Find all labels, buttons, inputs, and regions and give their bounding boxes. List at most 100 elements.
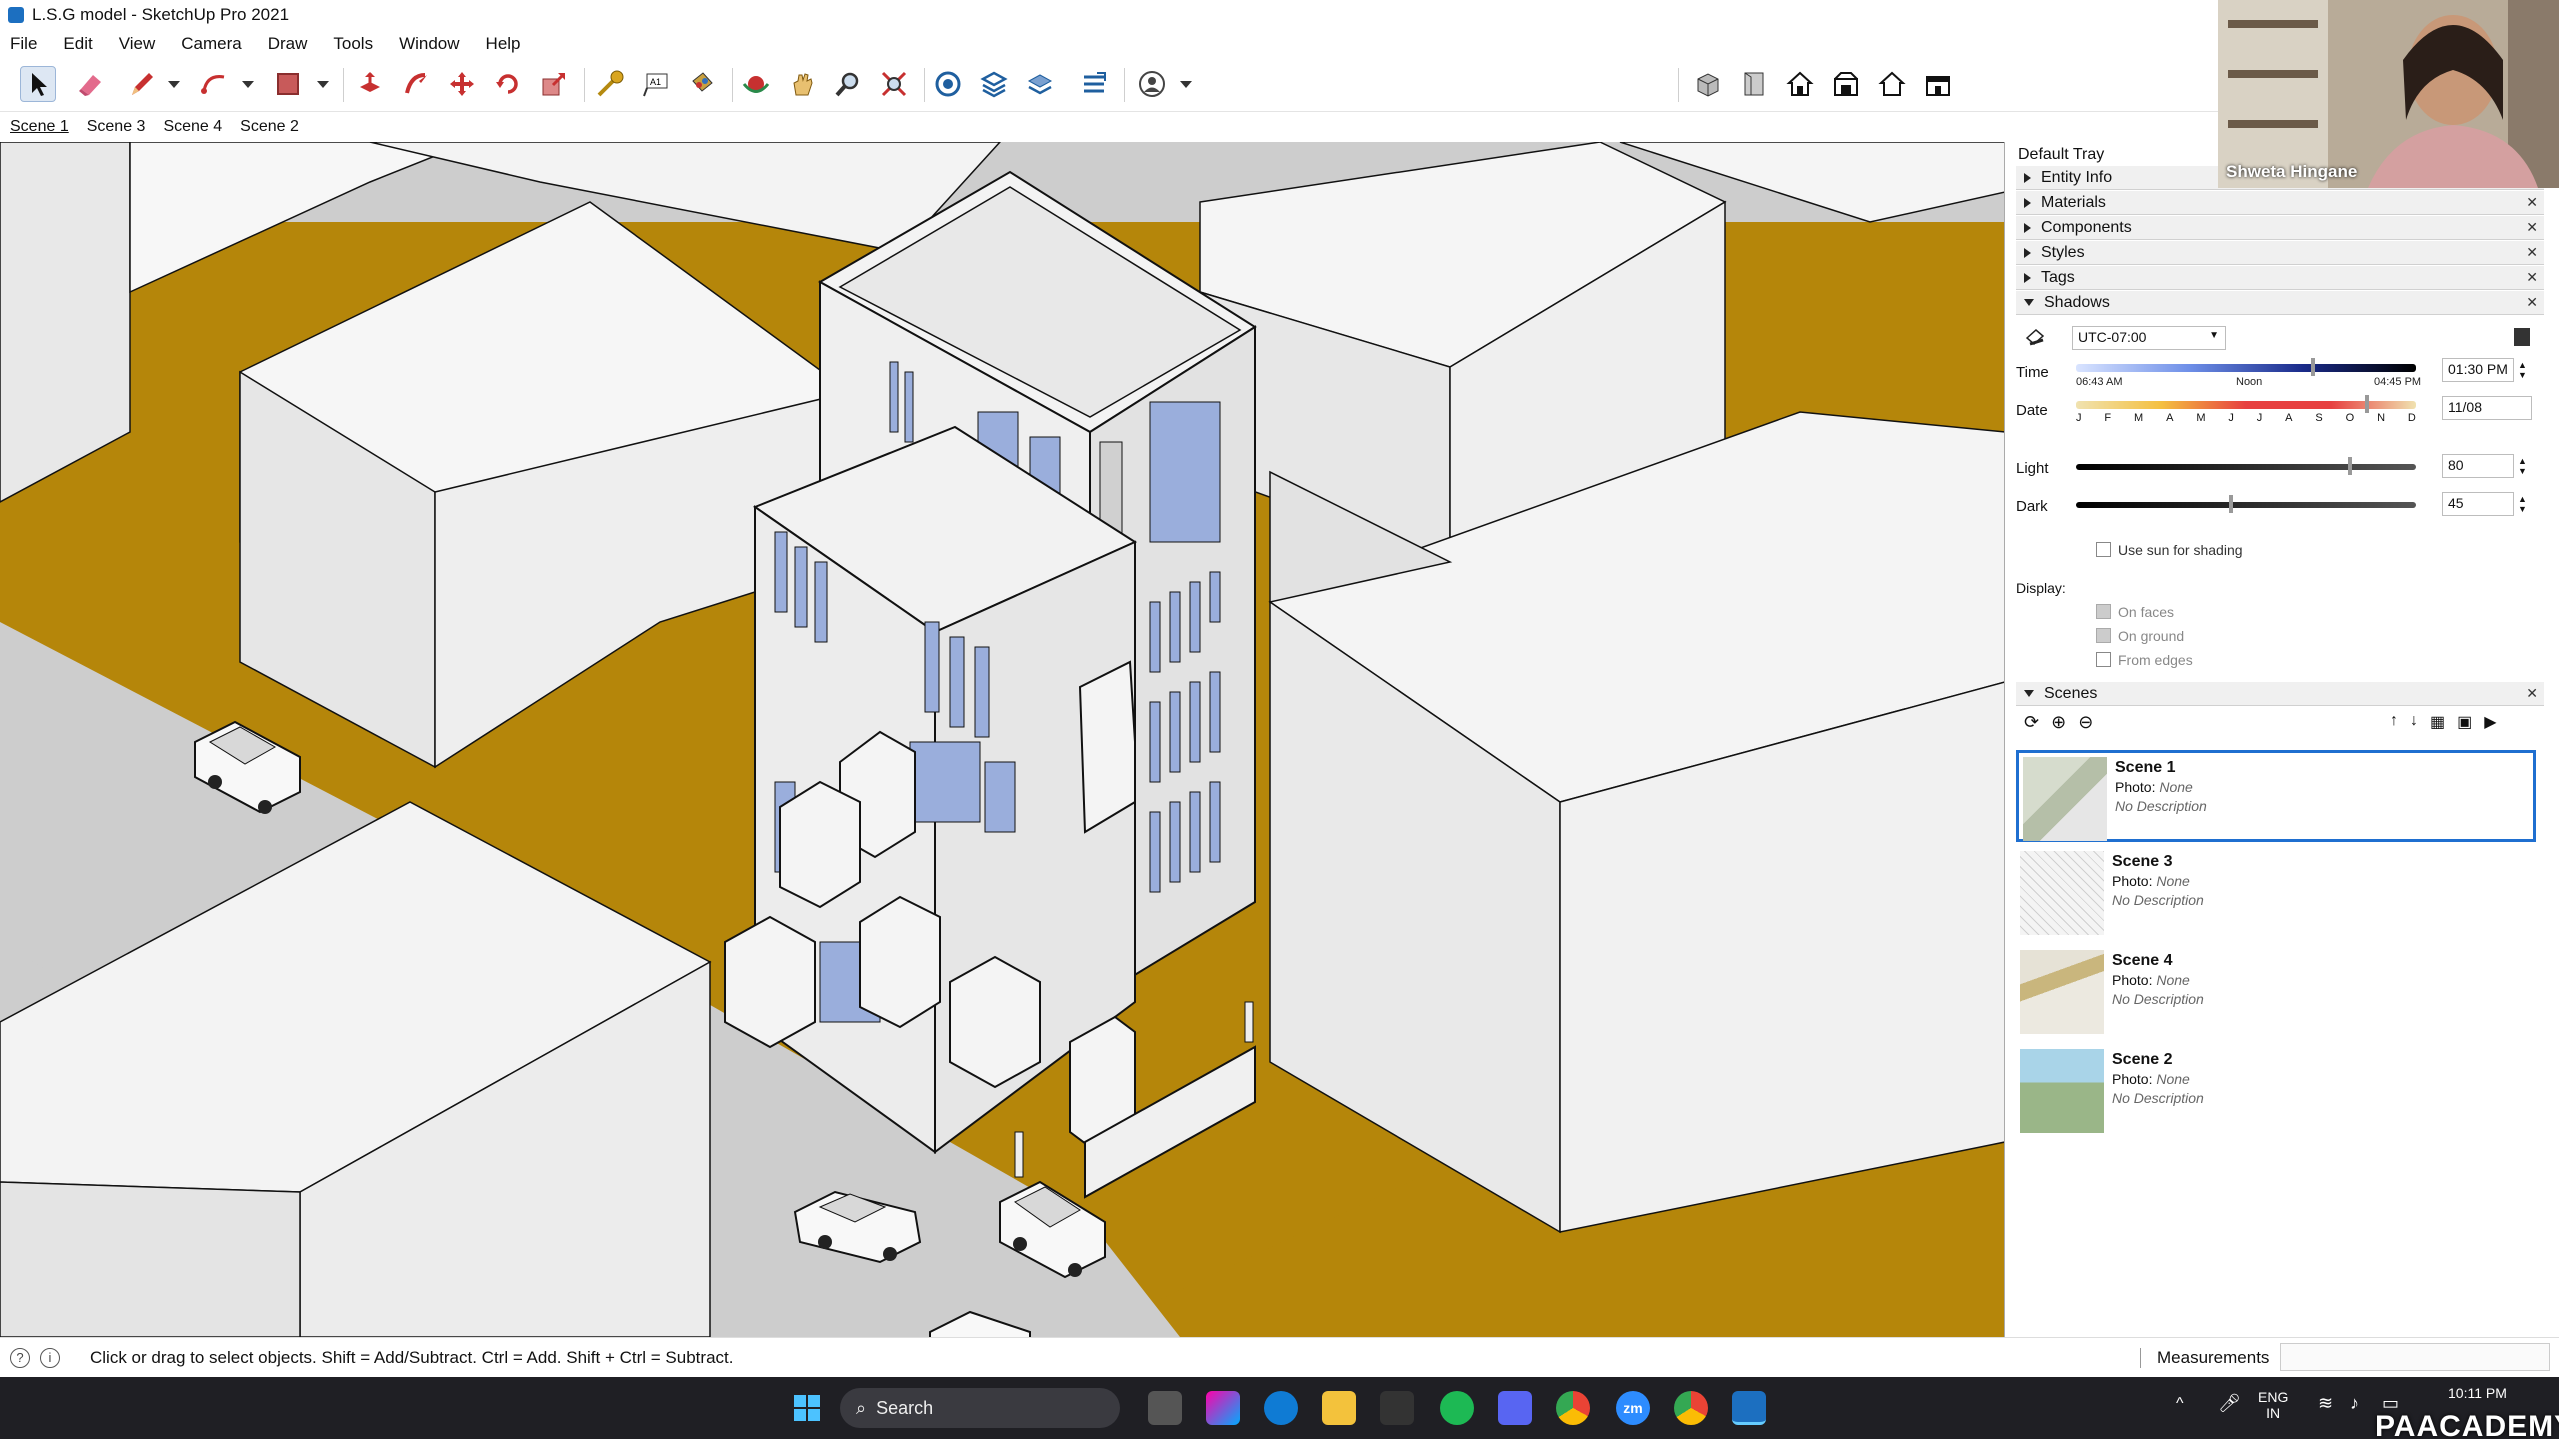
time-slider-thumb[interactable] — [2310, 358, 2315, 376]
menu-edit[interactable]: Edit — [63, 34, 92, 54]
close-icon[interactable]: ✕ — [2526, 269, 2538, 286]
back-view-icon[interactable] — [1874, 66, 1910, 102]
zoom-icon[interactable] — [830, 66, 866, 102]
menu-help[interactable]: Help — [486, 34, 521, 54]
front-view-icon[interactable] — [1782, 66, 1818, 102]
panel-shadows[interactable]: Shadows ✕ — [2016, 291, 2544, 315]
tab-scene-3[interactable]: Scene 3 — [87, 118, 146, 136]
close-icon[interactable]: ✕ — [2526, 685, 2538, 702]
panel-tags[interactable]: Tags ✕ — [2016, 266, 2544, 290]
thumbnail-icon[interactable]: ▣ — [2457, 712, 2472, 732]
orbit-icon[interactable] — [738, 66, 774, 102]
on-faces-checkbox[interactable] — [2096, 604, 2111, 619]
user-dropdown-icon[interactable] — [1180, 81, 1192, 88]
from-edges-checkbox[interactable] — [2096, 652, 2111, 667]
panel-styles[interactable]: Styles ✕ — [2016, 241, 2544, 265]
scene-card-3[interactable]: Scene 3 Photo: None No Description — [2016, 847, 2536, 939]
copilot-icon[interactable] — [1206, 1391, 1240, 1425]
date-input[interactable]: 11/08 — [2442, 396, 2532, 420]
close-icon[interactable]: ✕ — [2526, 244, 2538, 261]
zoom-app-icon[interactable]: zm — [1616, 1391, 1650, 1425]
app-icon[interactable] — [1380, 1391, 1414, 1425]
timezone-select[interactable]: UTC-07:00 ▼ — [2072, 326, 2226, 350]
left-view-icon[interactable] — [1920, 66, 1956, 102]
remove-scene-icon[interactable]: ⊖ — [2078, 712, 2093, 733]
measurements-input[interactable] — [2280, 1343, 2550, 1371]
geo-location-icon[interactable]: ? — [10, 1347, 30, 1368]
stacked-layers-icon[interactable] — [1022, 66, 1058, 102]
menu-draw[interactable]: Draw — [268, 34, 308, 54]
chrome-profile-icon[interactable] — [1674, 1391, 1708, 1425]
scale-icon[interactable] — [536, 66, 572, 102]
dark-slider[interactable] — [2076, 502, 2416, 508]
language-indicator[interactable]: ENG IN — [2258, 1389, 2288, 1421]
push-pull-icon[interactable] — [352, 66, 388, 102]
sandbox-icon[interactable] — [930, 66, 966, 102]
close-icon[interactable]: ✕ — [2526, 294, 2538, 311]
menu-file[interactable]: File — [10, 34, 37, 54]
right-view-icon[interactable] — [1828, 66, 1864, 102]
time-input[interactable]: 01:30 PM — [2442, 358, 2514, 382]
clock-time[interactable]: 10:11 PM — [2448, 1385, 2507, 1401]
paint-bucket-icon[interactable] — [684, 66, 720, 102]
shapes-dropdown-icon[interactable] — [317, 81, 329, 88]
zoom-extents-icon[interactable] — [876, 66, 912, 102]
pencil-dropdown-icon[interactable] — [168, 81, 180, 88]
panel-components[interactable]: Components ✕ — [2016, 216, 2544, 240]
dark-input[interactable]: 45 — [2442, 492, 2514, 516]
add-scene-icon[interactable]: ⊕ — [2051, 712, 2066, 733]
arc-dropdown-icon[interactable] — [242, 81, 254, 88]
pan-icon[interactable] — [784, 66, 820, 102]
details-toggle-icon[interactable] — [2514, 328, 2530, 346]
show-hidden-icons[interactable]: ^ — [2176, 1395, 2184, 1413]
file-explorer-icon[interactable] — [1322, 1391, 1356, 1425]
use-sun-checkbox[interactable] — [2096, 542, 2111, 557]
light-slider[interactable] — [2076, 464, 2416, 470]
chrome-icon[interactable] — [1556, 1391, 1590, 1425]
scene-card-4[interactable]: Scene 4 Photo: None No Description — [2016, 946, 2536, 1038]
tab-scene-1[interactable]: Scene 1 — [10, 118, 69, 136]
spinner-icon[interactable]: ▲ ▼ — [2518, 360, 2527, 380]
move-up-icon[interactable]: ↑ — [2390, 712, 2398, 732]
windows-start-icon[interactable] — [790, 1391, 824, 1425]
panel-materials[interactable]: Materials ✕ — [2016, 191, 2544, 215]
top-view-icon[interactable] — [1736, 66, 1772, 102]
scene-card-1[interactable]: Scene 1 Photo: None No Description — [2016, 750, 2536, 842]
sketchup-taskbar-icon[interactable] — [1732, 1391, 1766, 1425]
spinner-icon[interactable]: ▲ ▼ — [2518, 494, 2527, 514]
on-ground-checkbox[interactable] — [2096, 628, 2111, 643]
details-icon[interactable]: ▶ — [2484, 712, 2496, 732]
view-options-icon[interactable]: ▦ — [2430, 712, 2445, 732]
taskbar-search[interactable]: ⌕ Search — [840, 1388, 1120, 1428]
pencil-icon[interactable] — [124, 66, 160, 102]
eraser-icon[interactable] — [72, 66, 108, 102]
time-slider[interactable] — [2076, 364, 2416, 372]
tab-scene-4[interactable]: Scene 4 — [163, 118, 222, 136]
modeling-viewport[interactable] — [0, 142, 2005, 1337]
rectangle-icon[interactable] — [270, 66, 306, 102]
menu-camera[interactable]: Camera — [181, 34, 241, 54]
wifi-icon[interactable]: ≋ — [2318, 1393, 2333, 1414]
microphone-icon[interactable]: 🎤︎ — [2218, 1393, 2241, 1414]
dark-slider-thumb[interactable] — [2229, 495, 2233, 513]
menu-view[interactable]: View — [119, 34, 156, 54]
task-view-icon[interactable] — [1148, 1391, 1182, 1425]
select-icon[interactable] — [20, 66, 56, 102]
user-icon[interactable] — [1134, 66, 1170, 102]
scene-card-2[interactable]: Scene 2 Photo: None No Description — [2016, 1045, 2536, 1137]
menu-tools[interactable]: Tools — [333, 34, 373, 54]
info-icon[interactable]: i — [40, 1347, 60, 1368]
menu-window[interactable]: Window — [399, 34, 459, 54]
tape-measure-icon[interactable] — [592, 66, 628, 102]
spinner-icon[interactable]: ▲ ▼ — [2518, 456, 2527, 476]
move-icon[interactable] — [444, 66, 480, 102]
spotify-icon[interactable] — [1440, 1391, 1474, 1425]
iso-view-icon[interactable] — [1690, 66, 1726, 102]
tab-scene-2[interactable]: Scene 2 — [240, 118, 299, 136]
volume-icon[interactable]: ♪ — [2350, 1393, 2359, 1414]
discord-icon[interactable] — [1498, 1391, 1532, 1425]
shadow-toggle-icon[interactable] — [2024, 326, 2046, 348]
section-icon[interactable] — [1076, 66, 1112, 102]
layers-icon[interactable] — [976, 66, 1012, 102]
light-slider-thumb[interactable] — [2348, 457, 2352, 475]
